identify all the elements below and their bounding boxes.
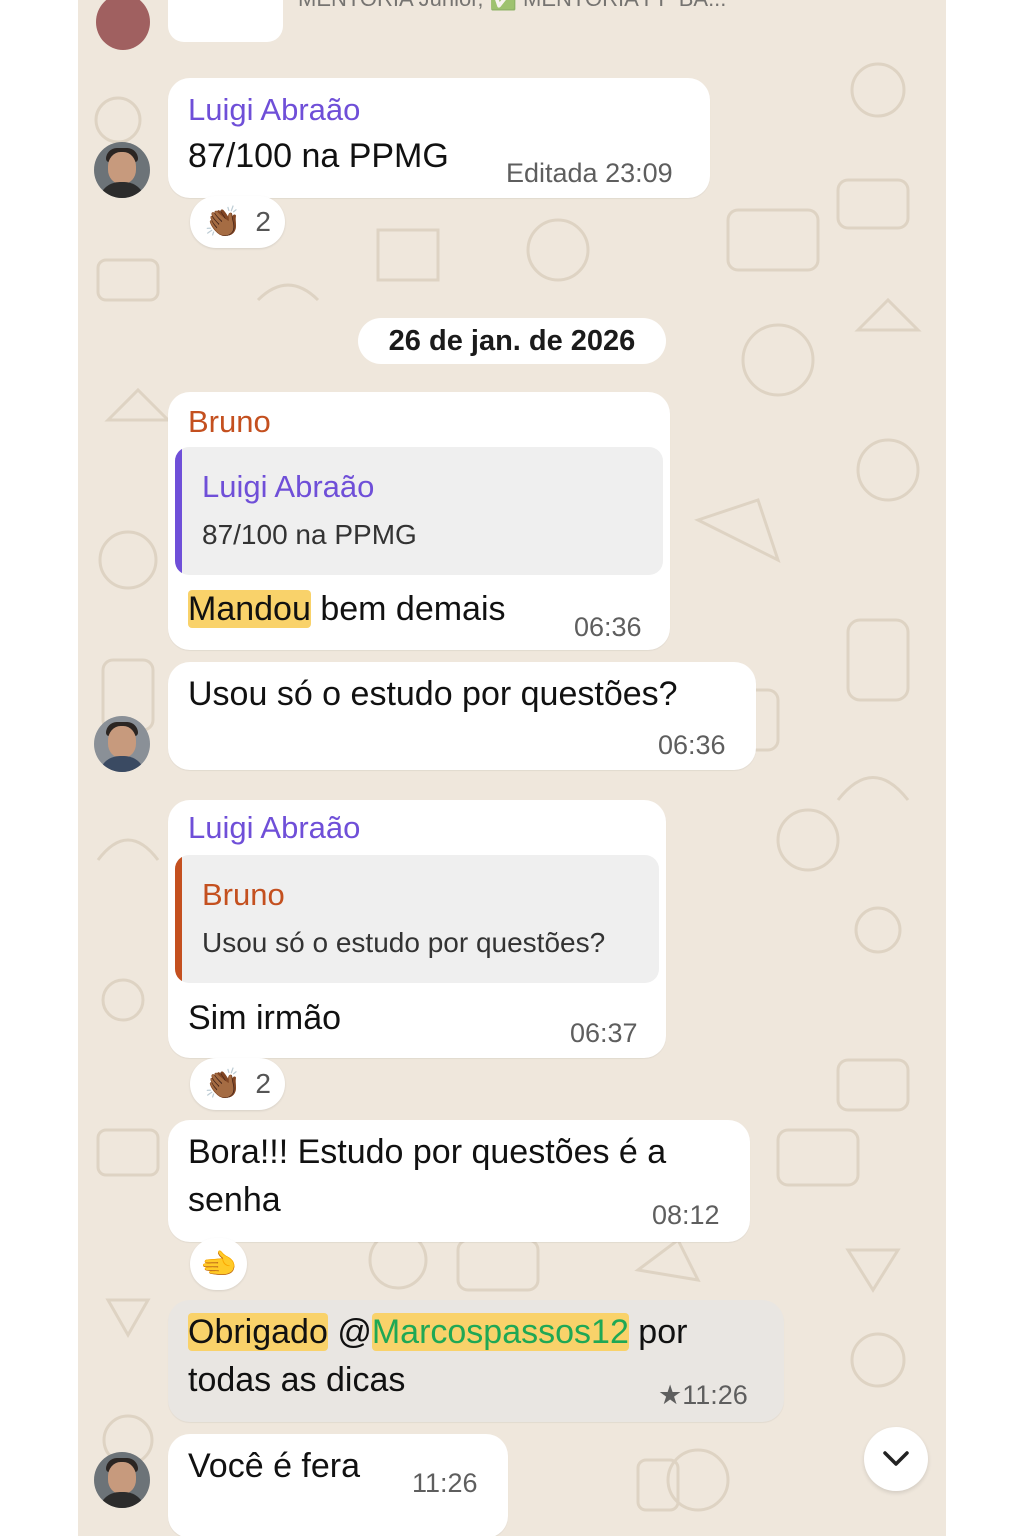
message-time: ★11:26 xyxy=(658,1380,748,1411)
message-bubble-highlighted[interactable]: Obrigado @Marcospassos12 por todas as di… xyxy=(168,1300,784,1422)
group-names: MENTORIA Junior, ✅ MENTORIA PP BA... xyxy=(298,0,726,12)
message-time: 06:36 xyxy=(574,612,642,642)
message-text: Mandou bem demais xyxy=(188,585,506,633)
message-bubble-partial xyxy=(168,0,283,42)
quoted-text: 87/100 na PPMG xyxy=(202,519,417,550)
message-text-rest: bem demais xyxy=(310,590,506,628)
avatar-bruno[interactable] xyxy=(94,716,150,772)
reaction-count: 2 xyxy=(255,206,271,237)
quoted-message[interactable]: Bruno Usou só o estudo por questões? xyxy=(175,855,659,983)
message-bubble[interactable]: Luigi Abraão 87/100 na PPMG Editada 23:0… xyxy=(168,78,710,198)
message-bubble[interactable]: Bruno Luigi Abraão 87/100 na PPMG Mandou… xyxy=(168,392,670,650)
message-time: Editada 23:09 xyxy=(506,158,673,188)
sender-name[interactable]: Luigi Abraão xyxy=(188,92,360,128)
chevron-down-icon xyxy=(883,1451,909,1466)
message-text: Sim irmão xyxy=(188,999,342,1037)
quote-bar xyxy=(175,447,182,575)
message-time: 08:12 xyxy=(652,1200,720,1230)
message-text: Usou só o estudo por questões? xyxy=(188,675,678,713)
clapping-hands-emoji: 👏🏾 xyxy=(204,1067,242,1101)
date-separator: 26 de jan. de 2026 xyxy=(358,318,666,364)
message-text-rest: por xyxy=(628,1313,688,1351)
quoted-sender: Luigi Abraão xyxy=(202,469,375,504)
at-sign: @ xyxy=(327,1313,372,1351)
sender-name[interactable]: Bruno xyxy=(188,404,271,440)
quoted-sender: Bruno xyxy=(202,877,285,912)
message-text-line2: senha xyxy=(188,1181,281,1219)
message-text-line1: Bora!!! Estudo por questões é a xyxy=(188,1133,667,1171)
message-time: 06:36 xyxy=(658,730,726,760)
message-text: 87/100 na PPMG xyxy=(188,137,449,175)
mention-link[interactable]: Marcospassos12 xyxy=(371,1313,629,1351)
message-bubble[interactable]: Bora!!! Estudo por questões é a senha 08… xyxy=(168,1120,750,1242)
pointing-hand-emoji: 🫲 xyxy=(200,1247,238,1281)
quote-bar xyxy=(175,855,182,983)
message-bubble[interactable]: Usou só o estudo por questões? 06:36 xyxy=(168,662,756,770)
reaction-badge[interactable]: 👏🏾 2 xyxy=(190,1058,285,1110)
message-text-line2: todas as dicas xyxy=(188,1361,406,1399)
chat-area[interactable]: MENTORIA Junior, ✅ MENTORIA PP BA... Lui… xyxy=(78,0,946,1536)
star-icon: ★ xyxy=(658,1380,683,1410)
message-bubble[interactable]: Luigi Abraão Bruno Usou só o estudo por … xyxy=(168,800,666,1058)
message-text-line1: Obrigado @Marcospassos12 por xyxy=(188,1308,687,1356)
reaction-badge[interactable]: 👏🏾 2 xyxy=(190,196,285,248)
reaction-count: 2 xyxy=(255,1068,271,1099)
quoted-message[interactable]: Luigi Abraão 87/100 na PPMG xyxy=(175,447,663,575)
message-text: Você é fera xyxy=(188,1447,361,1485)
scroll-to-bottom-button[interactable] xyxy=(864,1427,928,1491)
message-time: 11:26 xyxy=(412,1468,478,1498)
avatar-luigi[interactable] xyxy=(94,1452,150,1508)
message-time: 06:37 xyxy=(570,1018,638,1048)
reaction-badge[interactable]: 🫲 xyxy=(190,1238,248,1290)
search-highlight: Obrigado xyxy=(188,1313,328,1351)
quoted-text: Usou só o estudo por questões? xyxy=(202,927,606,958)
clapping-hands-emoji: 👏🏾 xyxy=(204,205,242,239)
avatar[interactable] xyxy=(96,0,150,50)
message-time-value: 11:26 xyxy=(682,1380,748,1410)
message-bubble[interactable]: Você é fera 11:26 xyxy=(168,1434,508,1536)
sender-name[interactable]: Luigi Abraão xyxy=(188,810,360,846)
avatar-luigi[interactable] xyxy=(94,142,150,198)
search-highlight: Mandou xyxy=(188,590,311,628)
